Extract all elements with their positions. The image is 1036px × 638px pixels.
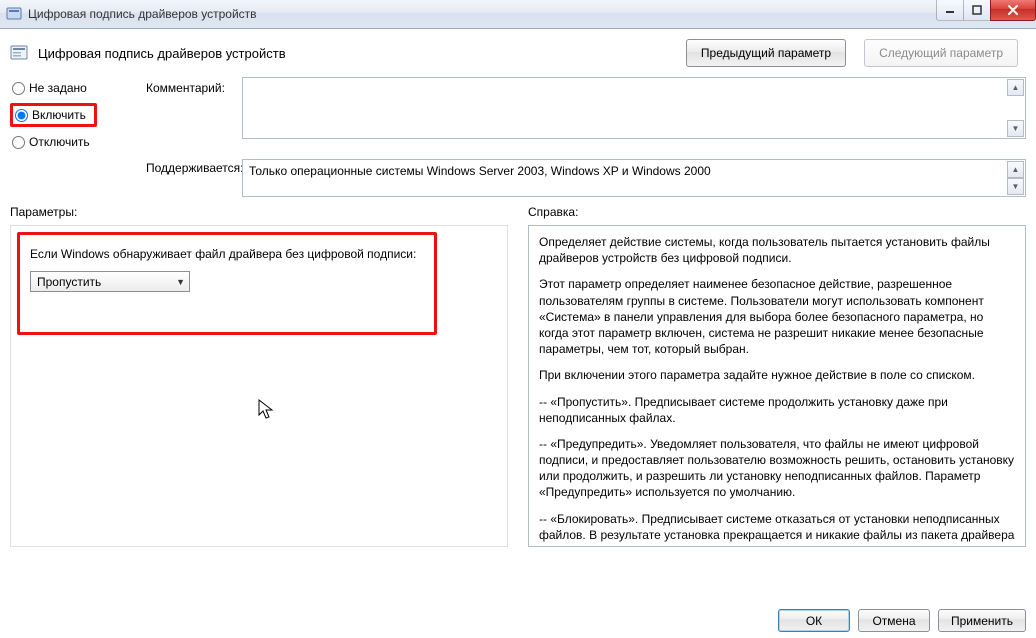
minimize-button[interactable] xyxy=(936,0,964,21)
help-paragraph: -- «Предупредить». Уведомляет пользовате… xyxy=(539,436,1015,501)
radio-not-configured-input[interactable] xyxy=(12,82,25,95)
scroll-down-icon[interactable]: ▼ xyxy=(1007,120,1024,137)
policy-header: Цифровая подпись драйверов устройств Пре… xyxy=(0,29,1036,71)
comment-scrollbar[interactable]: ▲ ▼ xyxy=(1007,79,1024,137)
policy-title: Цифровая подпись драйверов устройств xyxy=(38,46,286,61)
radio-not-configured[interactable]: Не задано xyxy=(10,77,140,99)
maximize-button[interactable] xyxy=(963,0,991,21)
radio-label: Отключить xyxy=(29,135,90,149)
radio-enabled-input[interactable] xyxy=(15,109,28,122)
supported-textbox: Только операционные системы Windows Serv… xyxy=(242,159,1026,197)
radio-disabled-input[interactable] xyxy=(12,136,25,149)
action-selected: Пропустить xyxy=(37,275,101,289)
help-paragraph: Этот параметр определяет наименее безопа… xyxy=(539,276,1015,357)
next-setting-button[interactable]: Следующий параметр xyxy=(864,39,1018,67)
chevron-down-icon: ▼ xyxy=(176,277,185,287)
window-controls xyxy=(937,0,1036,21)
help-column: Справка: Определяет действие системы, ко… xyxy=(528,205,1026,547)
ok-button[interactable]: ОК xyxy=(778,609,850,632)
help-heading: Справка: xyxy=(528,205,1026,219)
radio-label: Не задано xyxy=(29,81,87,95)
action-combobox[interactable]: Пропустить ▼ xyxy=(30,271,190,292)
radio-enabled-highlight: Включить xyxy=(10,103,97,127)
scroll-up-icon[interactable]: ▲ xyxy=(1007,161,1024,178)
help-textbox[interactable]: Определяет действие системы, когда польз… xyxy=(528,225,1026,547)
policy-icon xyxy=(10,44,28,62)
close-button[interactable] xyxy=(990,0,1036,21)
cancel-button[interactable]: Отмена xyxy=(858,609,930,632)
comment-textbox[interactable]: ▲ ▼ xyxy=(242,77,1026,139)
help-paragraph: При включении этого параметра задайте ну… xyxy=(539,367,1015,383)
app-icon xyxy=(6,6,22,22)
radio-disabled[interactable]: Отключить xyxy=(10,131,140,153)
window-title: Цифровая подпись драйверов устройств xyxy=(28,7,257,21)
scroll-down-icon[interactable]: ▼ xyxy=(1007,178,1024,195)
parameters-prompt: Если Windows обнаруживает файл драйвера … xyxy=(30,247,424,261)
parameters-heading: Параметры: xyxy=(10,205,508,219)
help-paragraph: -- «Блокировать». Предписывает системе о… xyxy=(539,511,1015,547)
radio-label: Включить xyxy=(32,108,86,122)
apply-button[interactable]: Применить xyxy=(938,609,1026,632)
help-paragraph: -- «Пропустить». Предписывает системе пр… xyxy=(539,394,1015,426)
help-paragraph: Определяет действие системы, когда польз… xyxy=(539,234,1015,266)
supported-scrollbar[interactable]: ▲ ▼ xyxy=(1007,161,1024,195)
config-area: Не задано Включить Отключить Комментарий… xyxy=(0,71,1036,199)
supported-text: Только операционные системы Windows Serv… xyxy=(249,164,711,178)
scroll-up-icon[interactable]: ▲ xyxy=(1007,79,1024,96)
previous-setting-button[interactable]: Предыдущий параметр xyxy=(686,39,846,67)
radio-enabled[interactable]: Включить xyxy=(15,108,86,122)
parameters-highlight: Если Windows обнаруживает файл драйвера … xyxy=(17,232,437,335)
comment-label: Комментарий: xyxy=(146,77,236,95)
supported-label: Поддерживается: xyxy=(146,159,236,175)
parameters-column: Параметры: Если Windows обнаруживает фай… xyxy=(10,205,508,547)
dialog-buttons: ОК Отмена Применить xyxy=(778,609,1026,632)
titlebar: Цифровая подпись драйверов устройств xyxy=(0,0,1036,29)
